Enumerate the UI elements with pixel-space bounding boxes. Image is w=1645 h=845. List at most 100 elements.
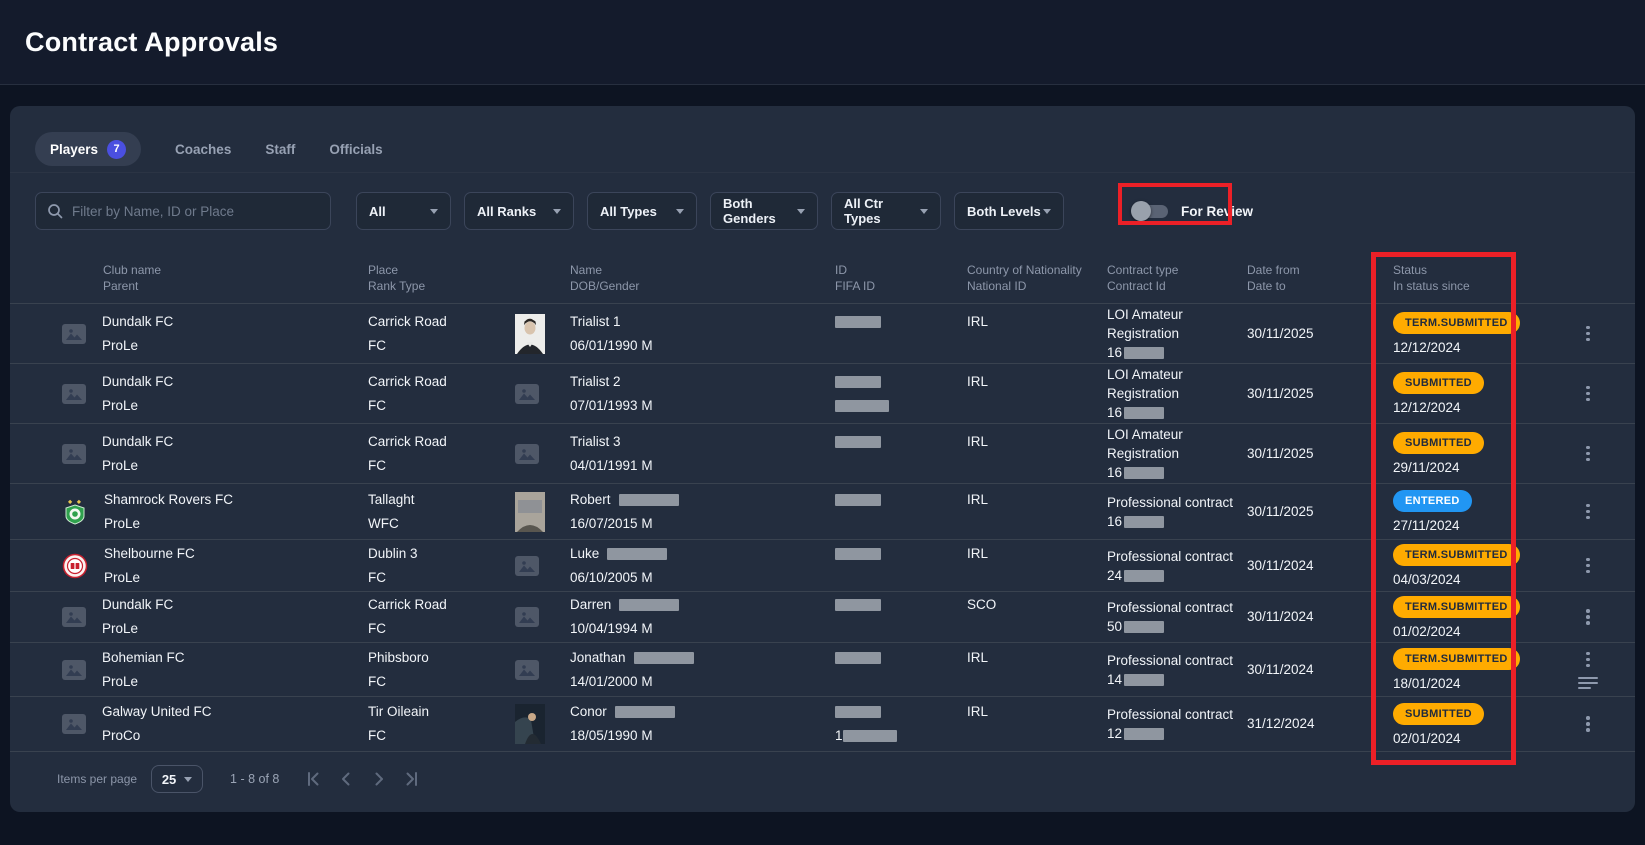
dropdown-both-levels[interactable]: Both Levels	[954, 192, 1064, 230]
table-row[interactable]: Dundalk FCProLeCarrick RoadFCTrialist 30…	[10, 424, 1635, 484]
redacted-contract-id	[1124, 347, 1164, 359]
country: IRL	[967, 370, 1107, 394]
country: IRL	[967, 430, 1107, 454]
image-placeholder-icon	[62, 714, 86, 734]
club-parent: ProCo	[102, 724, 212, 748]
place: Tallaght	[368, 488, 515, 512]
place: Carrick Road	[368, 310, 515, 334]
last-page-icon[interactable]	[403, 770, 421, 788]
redacted-id	[835, 316, 881, 328]
redacted-name	[619, 494, 679, 506]
player-photo	[515, 492, 545, 532]
tab-staff-label: Staff	[265, 142, 295, 157]
dob-gender: 06/01/1990 M	[570, 334, 835, 358]
kebab-menu-icon[interactable]	[1584, 650, 1592, 670]
date-from: 31/12/2024	[1247, 714, 1387, 734]
tab-coaches[interactable]: Coaches	[175, 142, 231, 157]
col-status: StatusIn status since	[1387, 262, 1567, 294]
table-row[interactable]: Dundalk FCProLeCarrick RoadFCTrialist 20…	[10, 364, 1635, 424]
redacted-id	[835, 548, 881, 560]
player-name: Robert	[570, 488, 835, 512]
status-badge: TERM.SUBMITTED	[1393, 648, 1520, 670]
filter-bar: All All Ranks All Types Both Genders All…	[35, 192, 1253, 230]
table-row[interactable]: Dundalk FCProLeCarrick RoadFCDarren10/04…	[10, 592, 1635, 643]
screen: Contract Approvals Players 7 Coaches Sta…	[0, 0, 1645, 845]
dropdown-both-genders[interactable]: Both Genders	[710, 192, 818, 230]
toggle-knob	[1131, 201, 1151, 221]
fifa-id	[835, 454, 967, 478]
redacted-id	[835, 436, 881, 448]
paginator: Items per page 25 1 - 8 of 8	[57, 764, 421, 794]
table-row[interactable]: Shelbourne FCProLeDublin 3FCLuke06/10/20…	[10, 540, 1635, 592]
redacted-name	[607, 548, 667, 560]
redacted-contract-id	[1124, 570, 1164, 582]
dob-gender: 07/01/1993 M	[570, 394, 835, 418]
table-row[interactable]: Galway United FCProCoTir OileainFCConor1…	[10, 697, 1635, 752]
image-placeholder-icon	[515, 607, 539, 627]
table-row[interactable]: Bohemian FCProLePhibsboroFCJonathan14/01…	[10, 643, 1635, 697]
tab-officials[interactable]: Officials	[329, 142, 382, 157]
kebab-menu-icon[interactable]	[1584, 556, 1592, 576]
status-badge: SUBMITTED	[1393, 432, 1484, 454]
fifa-id	[835, 394, 967, 418]
kebab-menu-icon[interactable]	[1584, 502, 1592, 522]
club-crest-shamrock-rovers	[62, 499, 88, 525]
player-name: Luke	[570, 542, 835, 566]
player-name: Jonathan	[570, 646, 835, 670]
date-from: 30/11/2025	[1247, 444, 1387, 464]
redacted-contract-id	[1124, 621, 1164, 633]
for-review-toggle[interactable]	[1134, 205, 1168, 218]
club-name: Dundalk FC	[102, 370, 173, 394]
dob-gender: 04/01/1991 M	[570, 454, 835, 478]
in-status-since: 12/12/2024	[1393, 401, 1567, 415]
table-header: Club nameParent PlaceRank Type NameDOB/G…	[10, 256, 1635, 304]
status-badge: ENTERED	[1393, 490, 1472, 512]
dropdown-all-ctr-types[interactable]: All Ctr Types	[831, 192, 941, 230]
players-count-badge: 7	[107, 140, 126, 159]
prev-page-icon[interactable]	[337, 770, 355, 788]
dob-gender: 14/01/2000 M	[570, 670, 835, 694]
country: IRL	[967, 646, 1107, 670]
tab-staff[interactable]: Staff	[265, 142, 295, 157]
status-badge: TERM.SUBMITTED	[1393, 596, 1520, 618]
club-crest-shelbourne	[62, 553, 88, 579]
in-status-since: 29/11/2024	[1393, 461, 1567, 475]
tab-players[interactable]: Players 7	[35, 132, 141, 166]
date-from: 30/11/2025	[1247, 384, 1387, 404]
club-parent: ProLe	[102, 617, 173, 641]
redacted-id	[835, 376, 881, 388]
dropdown-all[interactable]: All	[356, 192, 451, 230]
notes-icon[interactable]	[1578, 677, 1598, 689]
redacted-fifa-id	[835, 400, 889, 412]
kebab-menu-icon[interactable]	[1584, 444, 1592, 464]
dob-gender: 10/04/1994 M	[570, 617, 835, 641]
club-name: Dundalk FC	[102, 430, 173, 454]
kebab-menu-icon[interactable]	[1584, 324, 1592, 344]
dropdown-all-types[interactable]: All Types	[587, 192, 697, 230]
in-status-since: 02/01/2024	[1393, 732, 1567, 746]
place: Carrick Road	[368, 593, 515, 617]
page-size-select[interactable]: 25	[151, 765, 203, 793]
page-range: 1 - 8 of 8	[230, 772, 279, 786]
contract-type: Professional contract	[1107, 547, 1247, 566]
tabs: Players 7 Coaches Staff Officials	[35, 132, 383, 166]
search-input[interactable]	[72, 204, 319, 219]
club-name: Bohemian FC	[102, 646, 185, 670]
table-row[interactable]: Dundalk FCProLeCarrick RoadFCTrialist 10…	[10, 304, 1635, 364]
dropdown-all-ranks[interactable]: All Ranks	[464, 192, 574, 230]
search-field[interactable]	[35, 192, 331, 230]
table-row[interactable]: Shamrock Rovers FCProLeTallaghtWFCRobert…	[10, 484, 1635, 540]
kebab-menu-icon[interactable]	[1584, 607, 1592, 627]
club-parent: ProLe	[102, 454, 173, 478]
club-parent: ProLe	[102, 394, 173, 418]
kebab-menu-icon[interactable]	[1584, 384, 1592, 404]
club-name: Dundalk FC	[102, 593, 173, 617]
col-club-name: Club nameParent	[62, 262, 368, 294]
next-page-icon[interactable]	[370, 770, 388, 788]
dob-gender: 18/05/1990 M	[570, 724, 835, 748]
first-page-icon[interactable]	[304, 770, 322, 788]
fifa-id	[835, 334, 967, 358]
kebab-menu-icon[interactable]	[1584, 714, 1592, 734]
tabs-divider	[10, 172, 1635, 173]
contract-id: 14	[1107, 670, 1247, 689]
